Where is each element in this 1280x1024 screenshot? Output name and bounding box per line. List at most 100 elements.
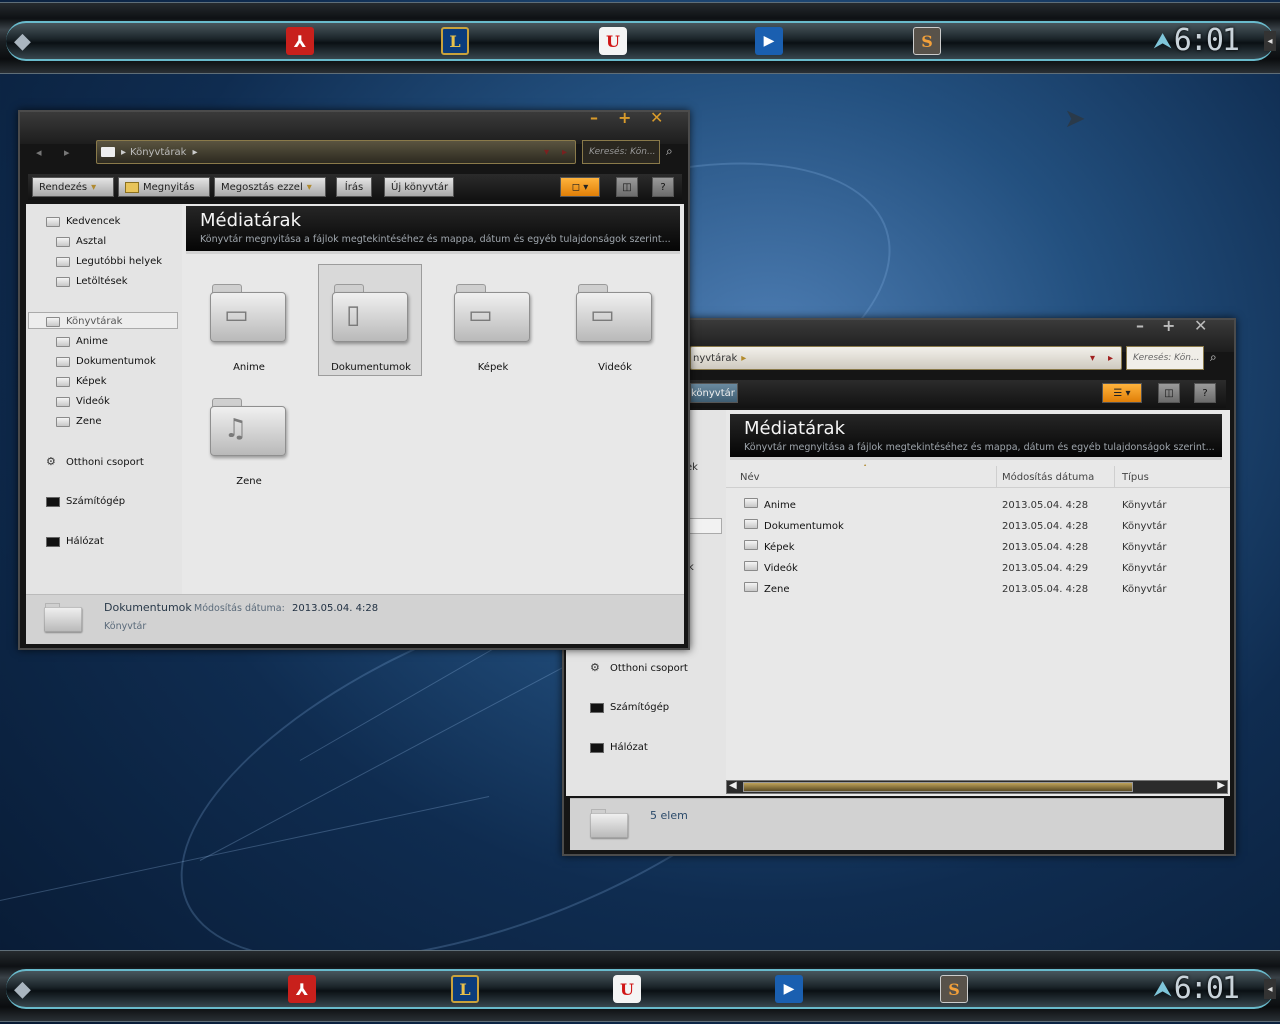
folder-anime-icon[interactable]: ▭ [210, 284, 290, 348]
column-date[interactable]: Módosítás dátuma [1002, 472, 1094, 483]
dropdown-arrow-icon[interactable]: ▾ [544, 147, 549, 158]
address-bar[interactable]: nyvtárak ▸ ▾ ▸ [690, 346, 1122, 370]
address-bar[interactable]: ▸ Könyvtárak ▸ ▾ ▸ [96, 140, 576, 164]
table-row[interactable]: Anime [744, 498, 796, 511]
nav-anime[interactable]: Anime [56, 336, 108, 347]
league-of-legends-icon[interactable]: L [441, 27, 469, 55]
breadcrumb[interactable]: Könyvtárak [130, 147, 186, 158]
show-desktop-button[interactable]: ◂ [1264, 979, 1276, 999]
new-library-button[interactable]: Új könyvtár [384, 177, 454, 197]
nav-network[interactable]: Hálózat [590, 742, 648, 753]
folder-icon [744, 561, 758, 571]
start-orb-icon[interactable]: ◆ [14, 977, 31, 1002]
nav-computer[interactable]: Számítógép [46, 496, 125, 507]
folder-icon [590, 809, 630, 841]
start-orb-icon[interactable]: ◆ [14, 29, 31, 54]
share-with-button[interactable]: Megosztás ezzel ▾ [214, 177, 326, 197]
view-options-button[interactable]: ◻ ▾ [560, 177, 600, 197]
minimize-button[interactable]: – [590, 108, 598, 127]
close-button[interactable]: ✕ [650, 108, 663, 127]
show-desktop-button[interactable]: ◂ [1264, 31, 1276, 51]
league-of-legends-icon[interactable]: L [451, 975, 479, 1003]
nav-downloads[interactable]: Letöltések [56, 276, 128, 287]
search-icon[interactable]: ⌕ [1210, 350, 1217, 365]
sublime-text-icon[interactable]: S [913, 27, 941, 55]
refresh-arrow-icon[interactable]: ▸ [1108, 353, 1113, 364]
breadcrumb[interactable]: nyvtárak [691, 353, 737, 364]
nav-pictures[interactable]: Képek [56, 376, 107, 387]
folder-documents-icon[interactable]: ▯ [332, 284, 412, 348]
maximize-button[interactable]: + [1162, 316, 1175, 335]
column-type[interactable]: Típus [1122, 472, 1149, 483]
column-name[interactable]: Név [740, 472, 760, 483]
folder-label[interactable]: Zene [194, 476, 304, 487]
new-library-button[interactable]: könyvtár [690, 383, 738, 403]
back-button[interactable]: ◂ [36, 146, 42, 159]
minimize-button[interactable]: – [1136, 316, 1144, 335]
nav-computer[interactable]: Számítógép [590, 702, 669, 713]
nav-homegroup[interactable]: ⚙ Otthoni csoport [590, 662, 688, 674]
column-divider[interactable] [1114, 466, 1115, 488]
mouse-cursor-icon: ➤ [1064, 104, 1086, 134]
red-app-icon[interactable]: U [613, 975, 641, 1003]
media-player-icon[interactable]: ▶ [755, 27, 783, 55]
table-row[interactable]: Képek [744, 540, 795, 553]
burn-button[interactable]: Írás [336, 177, 372, 197]
table-row[interactable]: Videók [744, 561, 798, 574]
pdf-icon[interactable]: ⅄ [288, 975, 316, 1003]
folder-music-icon[interactable]: ♫ [210, 398, 290, 462]
chevron-down-icon: ▾ [306, 181, 312, 193]
nav-homegroup[interactable]: ⚙ Otthoni csoport [46, 456, 144, 468]
forward-button[interactable]: ▸ [64, 146, 70, 159]
clock[interactable]: 6:01 [1174, 23, 1240, 58]
nav-recent-places[interactable]: Legutóbbi helyek [56, 256, 162, 267]
search-icon[interactable]: ⌕ [666, 144, 673, 159]
open-button[interactable]: Megnyitás [118, 177, 210, 197]
red-app-icon[interactable]: U [599, 27, 627, 55]
media-player-icon[interactable]: ▶ [775, 975, 803, 1003]
organize-button[interactable]: Rendezés ▾ [32, 177, 114, 197]
folder-icon [56, 336, 70, 347]
row-type: Könyvtár [1122, 584, 1167, 595]
pdf-icon[interactable]: ⅄ [286, 27, 314, 55]
nav-videos[interactable]: Videók [56, 396, 110, 407]
folder-videos-icon[interactable]: ▭ [576, 284, 656, 348]
scroll-right-icon[interactable]: ▶ [1217, 780, 1225, 791]
nav-favorites[interactable]: Kedvencek [46, 216, 120, 227]
nav-libraries[interactable]: Könyvtárak [46, 316, 122, 327]
row-date: 2013.05.04. 4:28 [1002, 500, 1089, 511]
folder-pictures-icon[interactable]: ▭ [454, 284, 534, 348]
column-divider[interactable] [996, 466, 997, 488]
nav-desktop[interactable]: Asztal [56, 236, 106, 247]
folder-label[interactable]: Dokumentumok [316, 362, 426, 373]
dropdown-arrow-icon[interactable]: ▾ [1090, 353, 1095, 364]
tray-arrow-icon[interactable]: ⮝ [1153, 29, 1172, 54]
table-row[interactable]: Dokumentumok [744, 519, 844, 532]
sublime-text-icon[interactable]: S [940, 975, 968, 1003]
folder-label[interactable]: Anime [194, 362, 304, 373]
nav-network[interactable]: Hálózat [46, 536, 104, 547]
horizontal-scrollbar[interactable]: ◀ ▶ [726, 780, 1228, 794]
help-button[interactable]: ? [1194, 383, 1216, 403]
maximize-button[interactable]: + [618, 108, 631, 127]
refresh-arrow-icon[interactable]: ▸ [562, 147, 567, 158]
nav-music[interactable]: Zene [56, 416, 102, 427]
search-input[interactable]: Keresés: Kön... [1126, 346, 1204, 370]
help-button[interactable]: ? [652, 177, 674, 197]
table-row[interactable]: Zene [744, 582, 790, 595]
preview-pane-button[interactable]: ◫ [616, 177, 638, 197]
chevron-right-icon: ▸ [192, 146, 198, 158]
preview-pane-button[interactable]: ◫ [1158, 383, 1180, 403]
folder-label[interactable]: Videók [560, 362, 670, 373]
folder-label[interactable]: Képek [438, 362, 548, 373]
clock[interactable]: 6:01 [1174, 971, 1240, 1006]
computer-icon [590, 702, 604, 713]
nav-documents[interactable]: Dokumentumok [56, 356, 156, 367]
close-button[interactable]: ✕ [1194, 316, 1207, 335]
scroll-left-icon[interactable]: ◀ [729, 780, 737, 791]
homegroup-icon: ⚙ [590, 661, 600, 674]
view-options-button[interactable]: ☰ ▾ [1102, 383, 1142, 403]
tray-arrow-icon[interactable]: ⮝ [1153, 977, 1172, 1002]
scrollbar-thumb[interactable] [743, 782, 1133, 792]
search-input[interactable]: Keresés: Kön... [582, 140, 660, 164]
